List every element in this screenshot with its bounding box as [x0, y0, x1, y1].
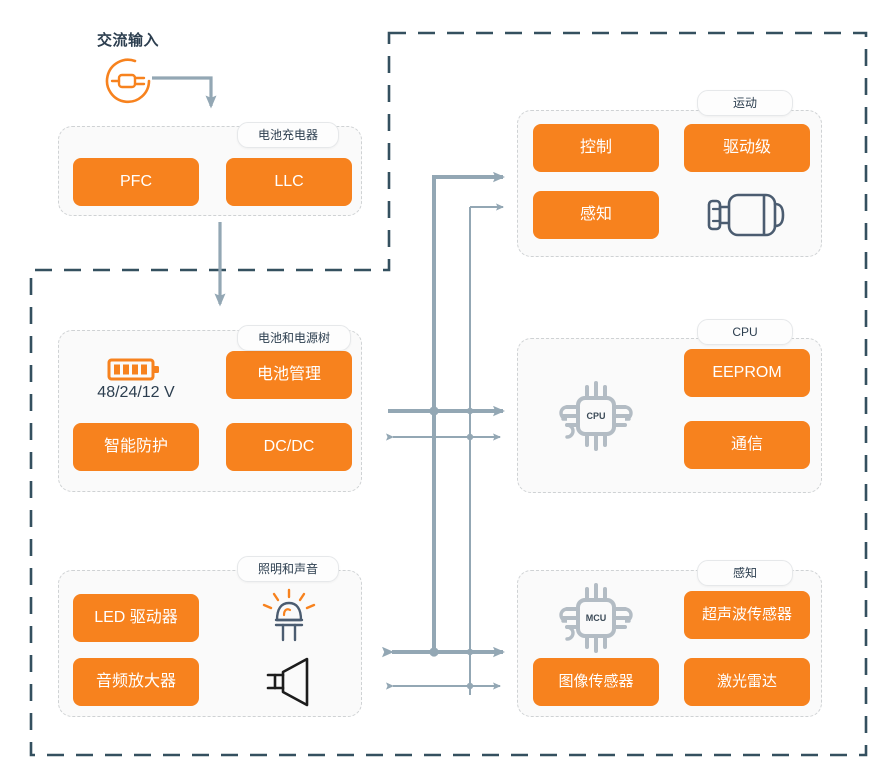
block-battery-management[interactable]: 电池管理 [226, 351, 352, 399]
block-audio-amplifier[interactable]: 音频放大器 [73, 658, 199, 706]
block-diagram: 交流输入 电池充电器 PFC LLC 电池和电源树 48/24/12 V 电池管… [0, 0, 882, 777]
block-image-sensor[interactable]: 图像传感器 [533, 658, 659, 706]
block-led-driver[interactable]: LED 驱动器 [73, 594, 199, 642]
bus-branch-cpu-signal [386, 433, 501, 441]
bus-branch-bottom-power [382, 646, 505, 658]
panel-label-battery-charger: 电池充电器 [237, 122, 339, 148]
block-drive-stage[interactable]: 驱动级 [684, 124, 810, 172]
signal-bus [469, 203, 504, 695]
block-communication[interactable]: 通信 [684, 421, 810, 469]
panel-label-lighting-sound: 照明和声音 [237, 556, 339, 582]
panel-label-perception: 感知 [697, 560, 793, 586]
ac-power-plug-icon [105, 55, 161, 107]
bus-branch-bottom-signal [386, 682, 501, 690]
panel-label-cpu: CPU [697, 319, 793, 345]
block-ultrasonic-sensor[interactable]: 超声波传感器 [684, 591, 810, 639]
panel-label-motion: 运动 [697, 90, 793, 116]
ac-input-title: 交流输入 [97, 32, 160, 49]
block-smart-protection[interactable]: 智能防护 [73, 423, 199, 471]
cpu-chip-icon: CPU [558, 378, 634, 454]
block-sensing-motion[interactable]: 感知 [533, 191, 659, 239]
power-bus [432, 171, 505, 652]
block-llc[interactable]: LLC [226, 158, 352, 206]
speaker-icon [259, 655, 323, 709]
panel-label-battery-power-tree: 电池和电源树 [237, 325, 351, 351]
battery-icon [105, 353, 167, 385]
block-lidar[interactable]: 激光雷达 [684, 658, 810, 706]
cpu-chip-label: CPU [586, 411, 605, 421]
led-lamp-icon [259, 588, 319, 646]
mcu-chip-icon: MCU [558, 580, 634, 656]
block-pfc[interactable]: PFC [73, 158, 199, 206]
bus-branch-cpu-power [388, 405, 505, 417]
battery-voltage-caption: 48/24/12 V [97, 384, 175, 401]
block-dcdc[interactable]: DC/DC [226, 423, 352, 471]
mcu-chip-label: MCU [586, 613, 607, 623]
block-eeprom[interactable]: EEPROM [684, 349, 810, 397]
motor-icon [702, 186, 794, 244]
block-control[interactable]: 控制 [533, 124, 659, 172]
